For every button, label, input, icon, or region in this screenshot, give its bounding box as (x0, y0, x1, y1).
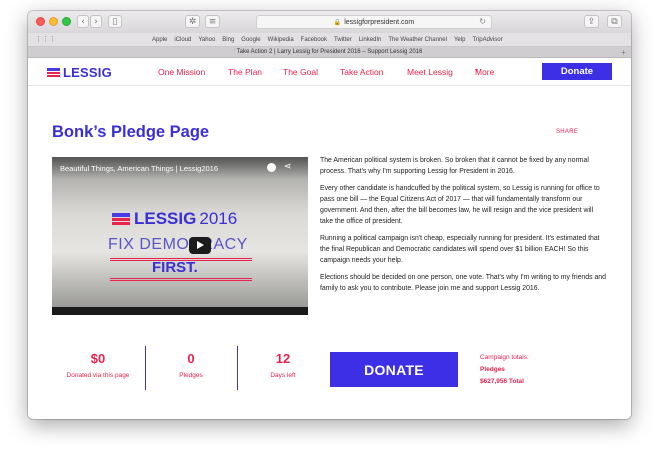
video-logo: LESSIG 2016 (112, 209, 237, 229)
body-paragraph: Every other candidate is handcuffed by t… (320, 184, 600, 226)
reload-icon[interactable]: ↻ (479, 17, 486, 26)
video-share-icon[interactable]: ⋖ (284, 162, 292, 172)
favorites-list: Apple iCloud Yahoo Bing Google Wikipedia Faceb… (152, 37, 503, 43)
nav-link-meet-lessig[interactable]: Meet Lessig (407, 67, 453, 77)
plus-icon: + (621, 47, 626, 57)
tab-bar: Take Action 2 | Larry Lessig for Preside… (28, 47, 631, 58)
browser-titlebar: ‹ › ▯ ✲ ≡ 🔒 lessigforpresident.com ↻ ⇪ ⧉ (28, 11, 631, 33)
video-logo-text: LESSIG (134, 209, 197, 228)
tabs-icon: ⧉ (611, 16, 618, 27)
site-nav: LESSIG One Mission The Plan The Goal Tak… (28, 58, 631, 86)
sidebar-toggle-button[interactable]: ▯ (108, 15, 122, 28)
chevron-left-icon: ‹ (81, 16, 85, 27)
favorite-link[interactable]: Facebook (301, 37, 327, 43)
body-paragraph: The American political system is broken.… (320, 157, 589, 176)
video-title[interactable]: Beautiful Things, American Things | Less… (60, 164, 218, 173)
video-logo-year: 2016 (199, 209, 238, 228)
pledge-body-text: The American political system is broken.… (320, 155, 608, 299)
nav-link-the-plan[interactable]: The Plan (228, 67, 262, 77)
favorites-bar: ⋮⋮⋮ Apple iCloud Yahoo Bing Google Wikipedia F… (28, 33, 631, 47)
video-control-bar (52, 307, 308, 315)
flag-icon (47, 67, 60, 78)
video-subheadline: FIRST. (152, 259, 198, 276)
stat-donated-label: Donated via this page (66, 372, 130, 379)
favorite-link[interactable]: The Weather Channel (388, 37, 447, 43)
totals-amount: $627,956 Total (480, 378, 524, 385)
favorite-link[interactable]: Yahoo (198, 37, 215, 43)
play-button[interactable] (189, 237, 211, 254)
stat-donated-value: $0 (90, 351, 106, 366)
url-bar[interactable]: 🔒 lessigforpresident.com ↻ (256, 15, 492, 29)
favorite-link[interactable]: Twitter (334, 37, 352, 43)
share-icon: ⇪ (587, 16, 596, 27)
stat-pledges-value: 0 (187, 351, 195, 366)
stat-donated: $0 Donated via this page (52, 351, 144, 379)
lock-icon: 🔒 (333, 19, 342, 26)
favorite-link[interactable]: Bing (222, 37, 234, 43)
favorite-link[interactable]: LinkedIn (359, 37, 382, 43)
stat-days: 12 Days left (237, 351, 329, 379)
favorite-link[interactable]: iCloud (174, 37, 191, 43)
campaign-totals: Campaign totals: Pledges $627,956 Total (480, 352, 529, 388)
favorite-link[interactable]: Apple (152, 37, 167, 43)
sidebar-icon: ▯ (112, 16, 118, 27)
video-flag-icon (112, 212, 130, 226)
body-paragraph: Elections should be decided on one perso… (320, 273, 606, 292)
browser-window: ‹ › ▯ ✲ ≡ 🔒 lessigforpresident.com ↻ ⇪ ⧉… (28, 11, 631, 419)
totals-pledges-label: Pledges (480, 366, 505, 373)
caret-down-icon: ▾ (475, 68, 479, 74)
nav-link-the-goal[interactable]: The Goal (283, 67, 318, 77)
gear-icon: ✲ (188, 16, 197, 27)
share-browser-button[interactable]: ⇪ (584, 15, 599, 28)
stat-days-value: 12 (275, 351, 291, 366)
grid-icon[interactable]: ⋮⋮⋮ (35, 35, 56, 43)
donate-button[interactable]: DONATE (330, 352, 458, 387)
minimize-window-button[interactable] (49, 17, 58, 26)
nav-donate-button[interactable]: Donate (542, 63, 612, 80)
extension-button[interactable]: ✲ (185, 15, 200, 28)
favorite-link[interactable]: Yelp (454, 37, 465, 43)
nav-link-one-mission[interactable]: One Mission (158, 67, 205, 77)
stat-days-label: Days left (270, 372, 296, 379)
reader-button[interactable]: ≡ (205, 15, 220, 28)
favorite-link[interactable]: Wikipedia (268, 37, 294, 43)
back-button[interactable]: ‹ (77, 15, 89, 28)
video-headline: FIX DEMOCRACY (108, 236, 248, 253)
tabs-overview-button[interactable]: ⧉ (607, 15, 622, 28)
close-window-button[interactable] (36, 17, 45, 26)
reader-icon: ≡ (208, 16, 217, 27)
active-tab-title[interactable]: Take Action 2 | Larry Lessig for Preside… (237, 49, 423, 55)
favorite-link[interactable]: Google (241, 37, 260, 43)
share-link[interactable]: SHARE (556, 129, 578, 135)
totals-heading: Campaign totals: (480, 354, 529, 361)
chevron-right-icon: › (94, 16, 98, 27)
page-title: Bonk’s Pledge Page (52, 123, 210, 141)
video-stripe-bottom (110, 278, 252, 281)
nav-link-take-action[interactable]: Take Action (340, 67, 383, 77)
watch-later-icon[interactable] (267, 163, 276, 172)
forward-button[interactable]: › (90, 15, 102, 28)
logo-text: LESSIG (63, 65, 112, 80)
favorite-link[interactable]: TripAdvisor (472, 37, 502, 43)
stat-pledges-label: Pledges (179, 372, 203, 379)
zoom-window-button[interactable] (62, 17, 71, 26)
stat-pledges: 0 Pledges (145, 351, 237, 379)
lessig-logo[interactable]: LESSIG (47, 65, 112, 80)
body-paragraph: Running a political campaign isn't cheap… (320, 234, 600, 265)
video-player[interactable]: Beautiful Things, American Things | Less… (52, 157, 308, 315)
new-tab-button[interactable]: + (619, 47, 628, 57)
url-text: lessigforpresident.com (344, 18, 415, 26)
